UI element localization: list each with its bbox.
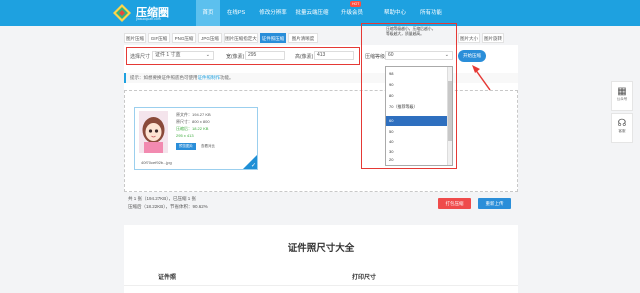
hot-badge: HOT xyxy=(350,1,362,7)
brand-url: yasuoquan.com xyxy=(136,17,161,21)
download-all-button[interactable]: 打包压缩 xyxy=(438,198,471,209)
hint-text: 提示：如想要换证件照底色可使用 xyxy=(130,75,198,80)
support-side-button[interactable]: ☊ 客服 xyxy=(611,113,633,143)
arrow-icon xyxy=(472,65,491,91)
reupload-button[interactable]: 重新上传 xyxy=(478,198,511,209)
summary-line-1: 共 1 张（194.27KB），已压缩 1 张 xyxy=(128,196,197,201)
tab-rotate[interactable]: 图片旋转 xyxy=(482,33,504,43)
preview-button[interactable]: 预览图片 xyxy=(176,143,196,150)
column-print-size: 打印尺寸 xyxy=(352,275,377,281)
wechat-side-button[interactable]: ▦ 公众号 xyxy=(611,81,633,111)
wechat-label: 公众号 xyxy=(616,97,628,101)
compressed-dimensions: 295 x 413 xyxy=(176,133,194,138)
compressed-size: 压缩后：18.22 KB xyxy=(176,126,209,131)
original-size: 原文件：194.27 KB xyxy=(176,112,211,117)
start-compress-button[interactable]: 开始压缩 xyxy=(458,50,486,62)
hint-suffix: 功能。 xyxy=(220,75,234,80)
id-photo-size-section: 证件照尺寸大全 证件照 打印尺寸 xyxy=(124,225,518,293)
tab-png[interactable]: PNG压缩 xyxy=(172,33,196,43)
top-navbar: 压缩圈 yasuoquan.com 首页 在线PS 修改分辨率 批量云端压缩 升… xyxy=(0,0,640,26)
highlight-box-compress-level xyxy=(361,23,457,169)
support-label: 客服 xyxy=(618,129,626,133)
tab-gif[interactable]: GIF压缩 xyxy=(148,33,170,43)
tab-jpg[interactable]: JPG压缩 xyxy=(198,33,222,43)
compare-link[interactable]: 查看对比 xyxy=(201,144,215,149)
summary-line-2: 压缩后（18.22KB），节省体积：90.62% xyxy=(128,204,208,209)
tab-target-size[interactable]: 图片压缩指定大小 xyxy=(224,33,258,51)
hint-bar: 提示：如想要换证件照底色可使用证件照制作功能。 xyxy=(124,73,518,83)
original-dimensions: 原尺寸：800 x 800 xyxy=(176,119,210,124)
tab-image-compress[interactable]: 图片压缩 xyxy=(124,33,146,43)
highlight-box-size-controls xyxy=(126,47,360,65)
nav-resolution[interactable]: 修改分辨率 xyxy=(256,0,290,26)
headset-icon: ☊ xyxy=(617,118,627,129)
nav-home[interactable]: 首页 xyxy=(196,0,220,26)
thumbnail-image[interactable] xyxy=(139,111,168,153)
divider xyxy=(124,285,518,286)
check-icon: ✓ xyxy=(250,163,256,169)
column-id-photo: 证件照 xyxy=(158,275,177,281)
tab-clarity[interactable]: 图片清晰度 xyxy=(288,33,318,43)
file-card[interactable]: 原文件：194.27 KB 原尺寸：800 x 800 压缩后：18.22 KB… xyxy=(134,107,258,170)
qrcode-icon: ▦ xyxy=(617,86,627,97)
nav-batch-compress[interactable]: 批量云端压缩 xyxy=(292,0,332,26)
tab-id-photo[interactable]: 证件照压缩 xyxy=(260,33,286,43)
tab-image-size[interactable]: 图片大小 xyxy=(458,33,480,43)
section-title: 证件照尺寸大全 xyxy=(287,243,355,254)
logo-icon[interactable] xyxy=(112,3,132,23)
id-photo-maker-link[interactable]: 证件照制作 xyxy=(198,75,221,80)
cartoon-portrait-icon xyxy=(139,111,168,153)
file-name: 40f70cef92b...jpg xyxy=(141,160,172,165)
nav-online-ps[interactable]: 在线PS xyxy=(224,0,248,26)
